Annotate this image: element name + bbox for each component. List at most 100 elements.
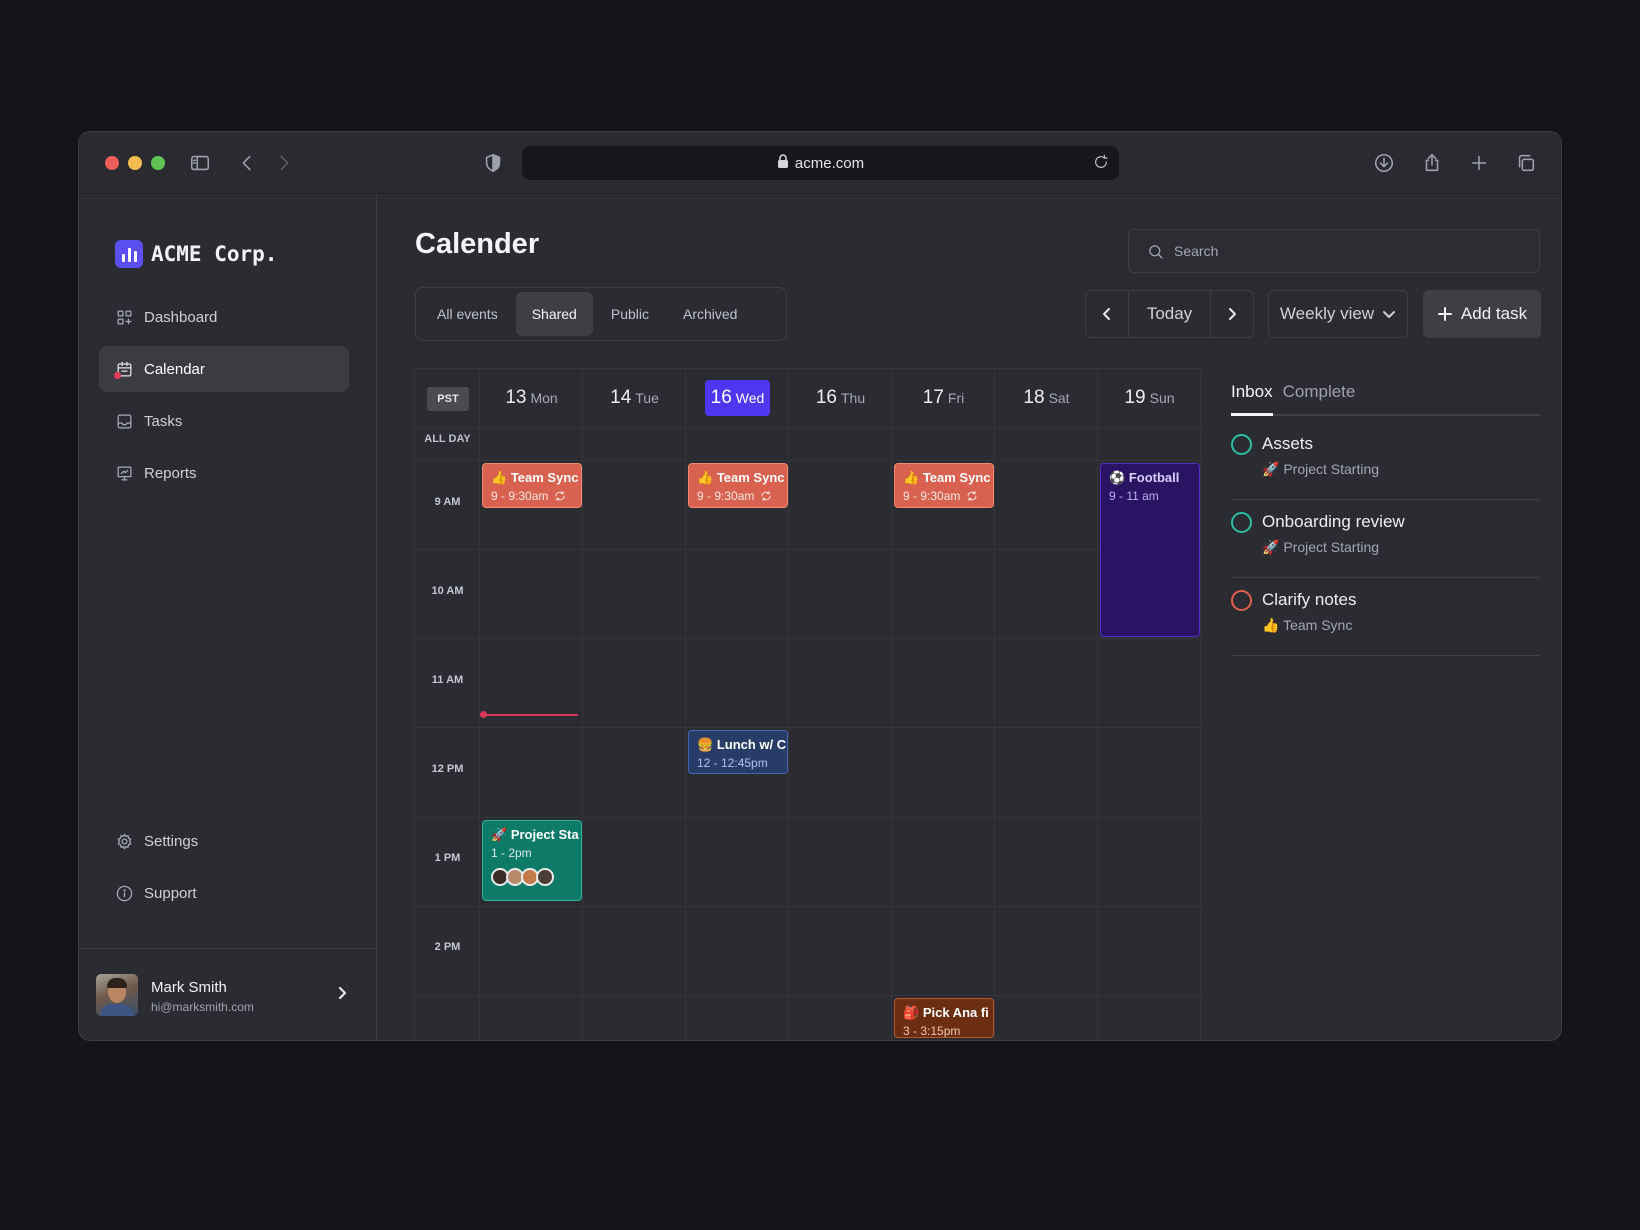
shield-icon[interactable] (480, 150, 506, 176)
day-header-sat[interactable]: 18 Sat (995, 369, 1098, 427)
event-team-sync-mon[interactable]: 👍 Team Sync 9 - 9:30am (482, 463, 582, 508)
brand-name: ACME Corp. (151, 242, 278, 266)
week-calendar: PST 13 Mon 14 Tue 16 Wed 16 Thu 17 Fri 18 Sat … (414, 368, 1204, 1040)
search-input[interactable] (1174, 243, 1494, 259)
filter-archived[interactable]: Archived (667, 292, 753, 336)
add-task-label: Add task (1460, 304, 1528, 323)
sidebar-item-calendar[interactable]: Calendar (99, 346, 349, 392)
event-team-sync-wed[interactable]: 👍 Team Sync 9 - 9:30am (688, 463, 788, 508)
tab-complete[interactable]: Complete (1283, 372, 1356, 416)
day-header-sun[interactable]: 19 Sun (1098, 369, 1201, 427)
chevron-left-icon (1103, 308, 1110, 320)
sidebar-item-dashboard[interactable]: Dashboard (99, 294, 349, 340)
task-project: 👍 Team Sync (1262, 617, 1353, 633)
view-select-label: Weekly view (1279, 304, 1375, 323)
day-column-tue[interactable] (583, 369, 686, 1040)
sidebar-item-reports[interactable]: Reports (99, 450, 349, 496)
recurring-icon (761, 491, 771, 501)
event-football-sun[interactable]: ⚽ Football 9 - 11 am (1100, 463, 1200, 637)
task-checkbox[interactable] (1231, 590, 1252, 611)
day-header-mon[interactable]: 13 Mon (480, 369, 583, 427)
address-bar[interactable]: acme.com (522, 146, 1119, 180)
forward-arrow-icon[interactable] (271, 150, 297, 176)
new-tab-plus-icon[interactable] (1466, 150, 1492, 176)
chevron-right-icon[interactable] (335, 986, 349, 1005)
task-project: 🚀 Project Starting (1262, 539, 1380, 555)
plus-icon (1437, 307, 1452, 321)
all-day-label: ALL DAY (424, 433, 471, 445)
url-text: acme.com (794, 154, 865, 172)
brand[interactable]: ACME Corp. (115, 240, 277, 268)
avatar (96, 974, 138, 1016)
close-window-button[interactable] (105, 156, 119, 170)
app-sidebar: ACME Corp. Dashboard Calendar Tasks Repo… (79, 194, 377, 1040)
view-select[interactable]: Weekly view (1268, 290, 1408, 338)
date-navigation: Today (1085, 290, 1254, 338)
sidebar-item-label: Dashboard (144, 308, 218, 326)
event-filter-tabs: All events Shared Public Archived (415, 287, 787, 341)
tab-overview-icon[interactable] (1513, 150, 1539, 176)
task-project: 🚀 Project Starting (1262, 461, 1380, 477)
tab-inbox[interactable]: Inbox (1231, 372, 1273, 416)
search-box[interactable] (1128, 229, 1540, 273)
recurring-icon (967, 491, 977, 501)
chevron-down-icon (1383, 311, 1396, 318)
previous-week-button[interactable] (1086, 291, 1128, 337)
user-profile[interactable]: Mark Smith hi@marksmith.com (79, 948, 377, 1040)
event-project-starting-mon[interactable]: 🚀 Project Sta 1 - 2pm (482, 820, 582, 901)
minimize-window-button[interactable] (128, 156, 142, 170)
today-indicator: 16 Wed (704, 380, 771, 416)
task-title: Assets (1262, 434, 1314, 453)
notification-dot (114, 372, 121, 379)
hour-label: 2 PM (434, 941, 461, 953)
sidebar-item-settings[interactable]: Settings (99, 818, 349, 864)
info-icon (116, 885, 133, 901)
event-team-sync-fri[interactable]: 👍 Team Sync 9 - 9:30am (894, 463, 994, 508)
today-button[interactable]: Today (1128, 291, 1211, 337)
sidebar-toggle-icon[interactable] (187, 150, 213, 176)
current-time-indicator (480, 711, 578, 718)
sidebar-item-label: Support (144, 884, 197, 902)
next-week-button[interactable] (1211, 291, 1253, 337)
day-header-tue[interactable]: 14 Tue (583, 369, 686, 427)
hour-label: 11 AM (431, 674, 464, 686)
sidebar-item-support[interactable]: Support (99, 870, 349, 916)
event-lunch-wed[interactable]: 🍔 Lunch w/ C 12 - 12:45pm (688, 730, 788, 774)
share-icon[interactable] (1419, 150, 1445, 176)
filter-public[interactable]: Public (595, 292, 665, 336)
timezone-badge: PST (427, 387, 469, 411)
back-arrow-icon[interactable] (234, 150, 260, 176)
lock-icon (777, 154, 789, 172)
sidebar-item-tasks[interactable]: Tasks (99, 398, 349, 444)
recurring-icon (555, 491, 565, 501)
acme-logo-icon (115, 240, 143, 268)
day-header-wed[interactable]: 16 Wed (686, 369, 789, 427)
inbox-icon (117, 414, 132, 428)
grid-icon (117, 310, 132, 324)
task-title: Onboarding review (1262, 512, 1405, 531)
filter-all-events[interactable]: All events (421, 292, 514, 336)
hour-label: 1 PM (434, 852, 461, 864)
hour-label: 9 AM (434, 496, 461, 508)
browser-window: acme.com ACME Corp. Dashboard Calendar T… (78, 131, 1562, 1041)
task-checkbox[interactable] (1231, 512, 1252, 533)
user-name: Mark Smith (151, 979, 227, 996)
day-header-thu[interactable]: 16 Thu (789, 369, 892, 427)
task-item[interactable]: Onboarding review 🚀 Project Starting (1231, 500, 1540, 578)
day-header-fri[interactable]: 17 Fri (892, 369, 995, 427)
event-pickup-fri[interactable]: 🎒 Pick Ana fi 3 - 3:15pm (894, 998, 994, 1038)
filter-shared[interactable]: Shared (515, 292, 593, 336)
task-item[interactable]: Clarify notes 👍 Team Sync (1231, 578, 1540, 656)
user-email: hi@marksmith.com (151, 1000, 254, 1014)
hour-label: 12 PM (431, 763, 464, 775)
download-icon[interactable] (1371, 150, 1397, 176)
day-column-sat[interactable] (995, 369, 1098, 1040)
task-item[interactable]: Assets 🚀 Project Starting (1231, 422, 1540, 500)
chevron-right-icon (1229, 308, 1236, 320)
add-task-button[interactable]: Add task (1423, 290, 1541, 338)
day-column-thu[interactable] (789, 369, 892, 1040)
maximize-window-button[interactable] (151, 156, 165, 170)
sidebar-item-label: Reports (144, 464, 197, 482)
reload-icon[interactable] (1093, 154, 1111, 172)
task-checkbox[interactable] (1231, 434, 1252, 455)
